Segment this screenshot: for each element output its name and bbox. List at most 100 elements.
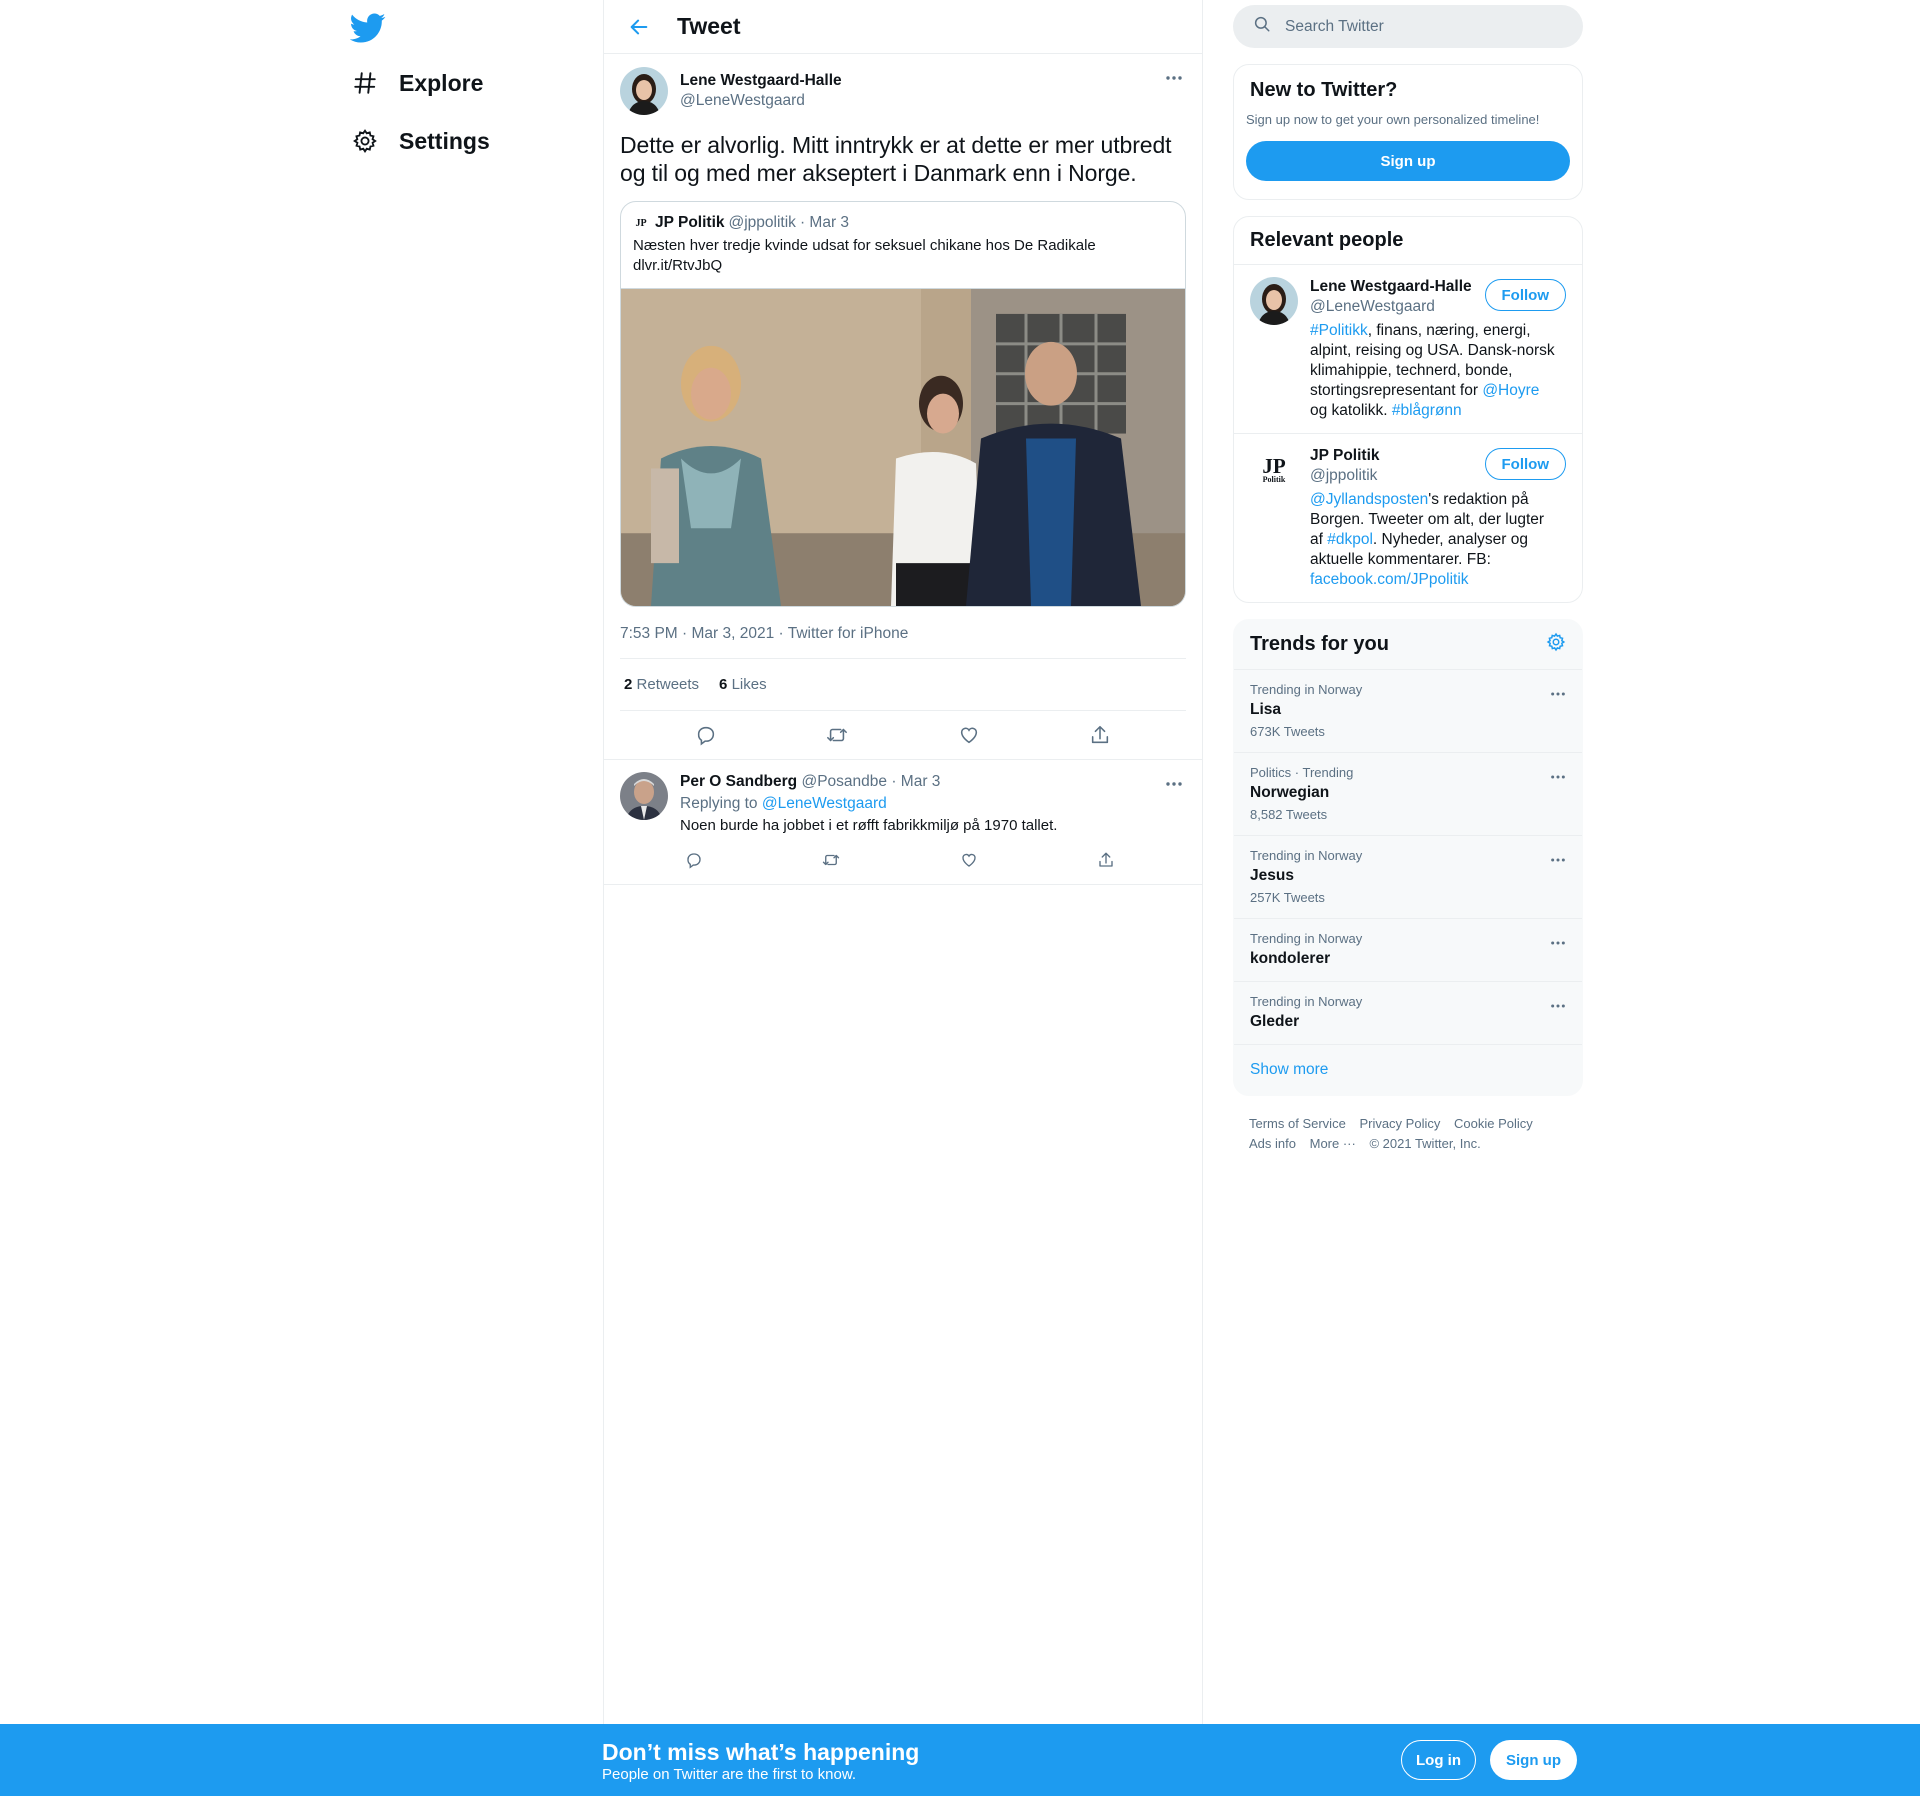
hashtag-icon	[350, 68, 380, 98]
right-column: New to Twitter? Sign up now to get your …	[1233, 0, 1583, 1172]
person-bio: #Politikk, finans, næring, energi, alpin…	[1310, 322, 1555, 419]
avatar[interactable]	[620, 67, 668, 115]
trend-name: Gleder	[1250, 1013, 1300, 1030]
cookie-link[interactable]: Cookie Policy	[1454, 1116, 1533, 1131]
retweet-icon[interactable]	[817, 846, 845, 874]
quote-author-name: JP Politik	[655, 214, 725, 231]
bio-url-link[interactable]: facebook.com/JPpolitik	[1310, 571, 1469, 588]
ads-info-link[interactable]: Ads info	[1249, 1136, 1296, 1151]
quoted-tweet[interactable]: JP JP Politik @jppolitik · Mar 3 Næsten …	[620, 201, 1186, 607]
avatar[interactable]	[1250, 277, 1298, 325]
author-handle[interactable]: @LeneWestgaard	[680, 91, 842, 111]
quote-photo[interactable]	[621, 288, 1185, 606]
gear-icon	[350, 126, 380, 156]
bio-hashtag-link[interactable]: #dkpol	[1327, 531, 1373, 548]
person-item[interactable]: Lene Westgaard-Halle @LeneWestgaard #Pol…	[1234, 265, 1582, 434]
quote-date: · Mar 3	[799, 214, 850, 231]
nav-settings-label: Settings	[399, 127, 490, 154]
trend-item[interactable]: Politics · Trending Norwegian 8,582 Twee…	[1234, 753, 1582, 836]
search-icon	[1253, 15, 1271, 38]
bio-hashtag-link[interactable]: #blågrønn	[1392, 402, 1462, 419]
trend-meta: Politics · Trending	[1250, 765, 1354, 780]
trend-count: 257K Tweets	[1250, 890, 1325, 905]
tweet-text: Dette er alvorlig. Mitt inntrykk er at d…	[620, 132, 1172, 186]
sign-up-button[interactable]: Sign up	[1490, 1740, 1577, 1780]
nav-settings[interactable]: Settings	[350, 113, 510, 169]
share-icon[interactable]	[1083, 718, 1117, 752]
author-name[interactable]: Lene Westgaard-Halle	[680, 71, 842, 91]
follow-button[interactable]: Follow	[1484, 448, 1566, 480]
reply-actions	[680, 846, 1120, 874]
tweet-stats: 2 Retweets 6 Likes	[620, 659, 1186, 711]
page-title: Tweet	[677, 13, 741, 39]
more-options-icon[interactable]	[1546, 848, 1570, 872]
trends-title: Trends for you	[1250, 633, 1389, 655]
follow-button[interactable]: Follow	[1484, 279, 1566, 311]
reply-icon[interactable]	[680, 846, 708, 874]
sign-up-button[interactable]: Sign up	[1246, 141, 1570, 181]
bio-hashtag-link[interactable]: #Politikk	[1310, 322, 1368, 339]
search-box[interactable]	[1233, 5, 1583, 48]
bio-mention-link[interactable]: @Hoyre	[1482, 382, 1539, 399]
privacy-link[interactable]: Privacy Policy	[1359, 1116, 1440, 1131]
more-options-icon[interactable]	[1546, 994, 1570, 1018]
likes-stat[interactable]: 6 Likes	[719, 676, 767, 693]
more-options-icon[interactable]	[1162, 772, 1186, 796]
jp-politik-logo-icon: JP	[635, 217, 647, 229]
quote-link: dlvr.it/RtvJbQ	[633, 257, 723, 274]
relevant-people-card: Relevant people Lene Westgaard-Halle @Le…	[1233, 216, 1583, 603]
twitter-bird-icon[interactable]	[349, 10, 386, 46]
reply-icon[interactable]	[689, 718, 723, 752]
retweets-stat[interactable]: 2 Retweets	[624, 676, 699, 693]
person-item[interactable]: JP Politik JP Politik @jppolitik @Jyllan…	[1234, 434, 1582, 602]
reply-author-handle[interactable]: @Posandbe	[801, 773, 887, 790]
trend-name: Lisa	[1250, 701, 1282, 718]
trends-card: Trends for you Trending in Norway Lisa 6…	[1233, 619, 1583, 1096]
quote-author-handle: @jppolitik	[728, 214, 796, 231]
trend-item[interactable]: Trending in Norway kondolerer	[1234, 919, 1582, 982]
like-icon[interactable]	[952, 718, 986, 752]
quote-text: Næsten hver tredje kvinde udsat for seks…	[633, 237, 1096, 254]
reply-author-name[interactable]: Per O Sandberg	[680, 773, 797, 790]
relevant-people-title: Relevant people	[1234, 217, 1582, 265]
person-bio: @Jyllandsposten's redaktion på Borgen. T…	[1310, 491, 1545, 588]
bio-mention-link[interactable]: @Jyllandsposten	[1310, 491, 1428, 508]
main-column: Tweet Lene Westgaard-Halle @LeneWestgaar…	[603, 0, 1203, 1796]
main-tweet: Lene Westgaard-Halle @LeneWestgaard Dett…	[604, 54, 1202, 760]
trend-item[interactable]: Trending in Norway Lisa 673K Tweets	[1234, 670, 1582, 753]
new-to-twitter-subtitle: Sign up now to get your own personalized…	[1246, 112, 1540, 127]
like-icon[interactable]	[955, 846, 983, 874]
trend-name: Norwegian	[1250, 784, 1330, 801]
gear-icon[interactable]	[1546, 632, 1566, 657]
trend-item[interactable]: Trending in Norway Jesus 257K Tweets	[1234, 836, 1582, 919]
new-to-twitter-title: New to Twitter?	[1250, 79, 1398, 101]
copyright: © 2021 Twitter, Inc.	[1369, 1136, 1481, 1151]
show-more-link[interactable]: Show more	[1234, 1045, 1582, 1095]
trend-meta: Trending in Norway	[1250, 994, 1363, 1009]
more-options-icon[interactable]	[1546, 931, 1570, 955]
trend-meta: Trending in Norway	[1250, 848, 1363, 863]
more-options-icon[interactable]	[1546, 765, 1570, 789]
trend-name: Jesus	[1250, 867, 1294, 884]
trend-meta: Trending in Norway	[1250, 931, 1363, 946]
jp-politik-avatar[interactable]: JP Politik	[1250, 446, 1298, 494]
retweet-icon[interactable]	[820, 718, 854, 752]
arrow-left-icon[interactable]	[624, 12, 654, 42]
more-link[interactable]: More ···	[1310, 1136, 1356, 1151]
trend-count: 8,582 Tweets	[1250, 807, 1328, 822]
search-input[interactable]	[1285, 17, 1545, 36]
more-options-icon[interactable]	[1162, 66, 1186, 90]
trend-count: 673K Tweets	[1250, 724, 1325, 739]
trend-item[interactable]: Trending in Norway Gleder	[1234, 982, 1582, 1045]
more-options-icon[interactable]	[1546, 682, 1570, 706]
share-icon[interactable]	[1092, 846, 1120, 874]
reply-date[interactable]: · Mar 3	[891, 773, 940, 790]
nav-explore[interactable]: Explore	[350, 55, 503, 111]
trend-meta: Trending in Norway	[1250, 682, 1363, 697]
replying-to-link[interactable]: @LeneWestgaard	[762, 795, 887, 812]
reply-tweet[interactable]: Per O Sandberg @Posandbe · Mar 3 Replyin…	[604, 760, 1202, 885]
main-header: Tweet	[604, 0, 1202, 54]
avatar[interactable]	[620, 772, 668, 820]
terms-link[interactable]: Terms of Service	[1249, 1116, 1346, 1131]
log-in-button[interactable]: Log in	[1401, 1740, 1476, 1780]
